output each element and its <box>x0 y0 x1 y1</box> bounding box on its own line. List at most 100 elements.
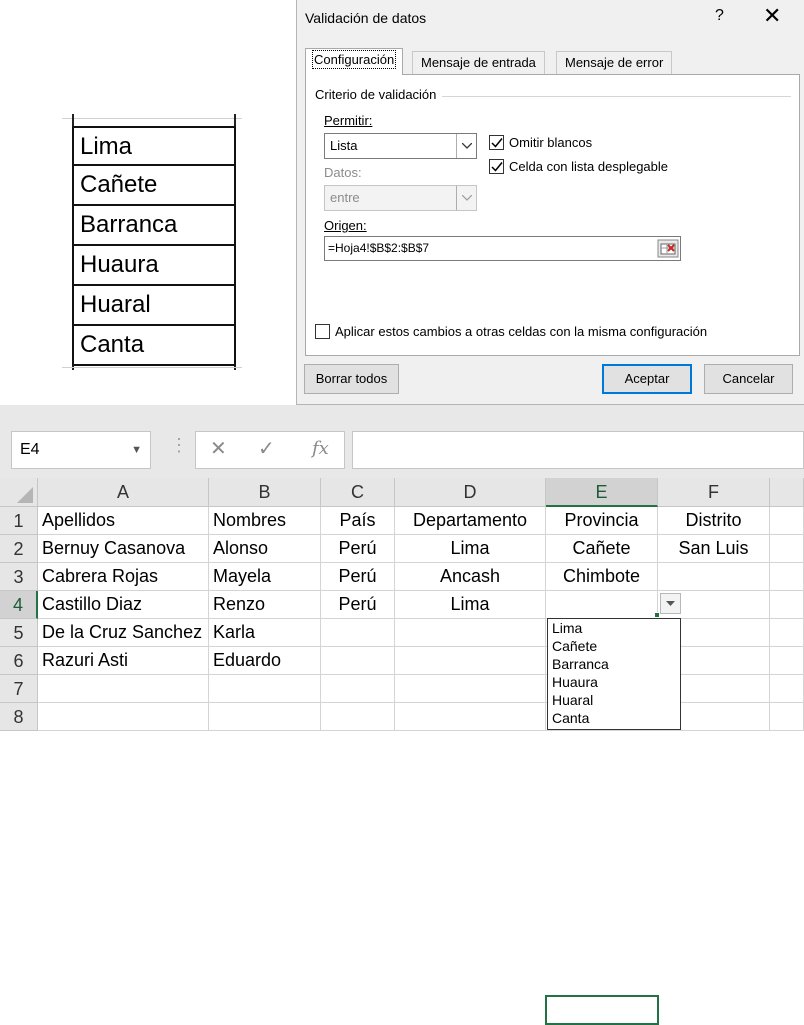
gridline <box>62 367 242 368</box>
table-cell[interactable] <box>321 647 395 675</box>
source-list: Lima Cañete Barranca Huaura Huaral Canta <box>62 114 252 370</box>
formula-buttons: ✕ ✓ fx <box>195 431 345 469</box>
table-cell[interactable] <box>395 703 546 731</box>
table-cell[interactable]: Renzo <box>209 591 321 619</box>
help-button[interactable]: ? <box>715 7 724 25</box>
table-cell[interactable] <box>770 563 804 591</box>
table-cell[interactable]: Alonso <box>209 535 321 563</box>
row-header[interactable]: 5 <box>0 619 38 647</box>
source-item: Cañete <box>72 166 236 206</box>
table-cell[interactable] <box>209 675 321 703</box>
table-cell[interactable]: Perú <box>321 563 395 591</box>
source-item: Barranca <box>72 206 236 246</box>
name-box[interactable]: E4 ▼ <box>11 431 151 469</box>
table-cell[interactable]: Perú <box>321 591 395 619</box>
table-cell[interactable]: De la Cruz Sanchez <box>38 619 209 647</box>
table-cell[interactable]: Provincia <box>546 507 658 535</box>
column-header[interactable]: B <box>209 478 321 507</box>
table-cell[interactable]: Bernuy Casanova <box>38 535 209 563</box>
formula-bar: E4 ▼ ⋮ ✕ ✓ fx <box>0 405 804 478</box>
confirm-icon[interactable]: ✓ <box>258 436 275 461</box>
table-cell[interactable]: Karla <box>209 619 321 647</box>
column-header[interactable] <box>770 478 804 507</box>
table-cell[interactable]: Nombres <box>209 507 321 535</box>
table-cell[interactable]: San Luis <box>658 535 770 563</box>
table-cell[interactable] <box>38 703 209 731</box>
row-header[interactable]: 1 <box>0 507 38 535</box>
close-icon[interactable]: ✕ <box>763 3 781 29</box>
table-cell[interactable]: Ancash <box>395 563 546 591</box>
table-cell[interactable]: Chimbote <box>546 563 658 591</box>
dropdown-item[interactable]: Huaura <box>548 673 680 691</box>
row-header[interactable]: 8 <box>0 703 38 731</box>
accept-button[interactable]: Aceptar <box>602 364 692 394</box>
table-cell[interactable]: Perú <box>321 535 395 563</box>
table-cell[interactable] <box>38 675 209 703</box>
column-header[interactable]: A <box>38 478 209 507</box>
table-cell[interactable]: Lima <box>395 535 546 563</box>
table-cell[interactable]: Departamento <box>395 507 546 535</box>
dropdown-item[interactable]: Canta <box>548 709 680 727</box>
table-cell[interactable]: Castillo Diaz <box>38 591 209 619</box>
table-cell[interactable] <box>395 675 546 703</box>
table-cell[interactable] <box>770 619 804 647</box>
table-cell[interactable]: Razuri Asti <box>38 647 209 675</box>
row-header[interactable]: 3 <box>0 563 38 591</box>
table-cell[interactable] <box>209 703 321 731</box>
column-header[interactable]: E <box>546 478 658 507</box>
table-cell[interactable] <box>770 507 804 535</box>
column-header[interactable]: D <box>395 478 546 507</box>
row-header[interactable]: 4 <box>0 591 38 619</box>
range-select-icon[interactable] <box>657 239 679 258</box>
row-header[interactable]: 6 <box>0 647 38 675</box>
table-cell[interactable] <box>546 591 658 619</box>
dropdown-item[interactable]: Huaral <box>548 691 680 709</box>
table-cell[interactable] <box>658 563 770 591</box>
permitir-select[interactable]: Lista <box>324 133 477 159</box>
table-cell[interactable]: País <box>321 507 395 535</box>
table-cell[interactable] <box>770 535 804 563</box>
table-cell[interactable]: Apellidos <box>38 507 209 535</box>
tab-mensaje-error[interactable]: Mensaje de error <box>556 51 673 74</box>
cell-dropdown-button[interactable] <box>660 593 681 614</box>
table-cell[interactable]: Cabrera Rojas <box>38 563 209 591</box>
formula-input[interactable] <box>352 431 804 469</box>
tab-configuracion[interactable]: Configuración <box>305 48 404 75</box>
table-cell[interactable]: Cañete <box>546 535 658 563</box>
criteria-title: Criterio de validación <box>315 87 443 102</box>
apply-all-checkbox[interactable] <box>315 324 330 339</box>
table-cell[interactable] <box>395 647 546 675</box>
celda-lista-checkbox[interactable] <box>489 159 504 174</box>
table-cell[interactable] <box>770 647 804 675</box>
table-cell[interactable] <box>321 619 395 647</box>
table-cell[interactable] <box>770 703 804 731</box>
table-cell[interactable] <box>395 619 546 647</box>
table-cell[interactable] <box>770 591 804 619</box>
origen-input[interactable]: =Hoja4!$B$2:$B$7 <box>324 236 681 261</box>
datos-label: Datos: <box>324 165 362 180</box>
row-header[interactable]: 2 <box>0 535 38 563</box>
cancel-button[interactable]: Cancelar <box>704 364 793 394</box>
column-header[interactable]: F <box>658 478 770 507</box>
select-all-corner[interactable] <box>0 478 38 507</box>
table-cell[interactable]: Mayela <box>209 563 321 591</box>
dropdown-item[interactable]: Cañete <box>548 637 680 655</box>
table-cell[interactable]: Distrito <box>658 507 770 535</box>
table-cell[interactable] <box>321 703 395 731</box>
column-header[interactable]: C <box>321 478 395 507</box>
fx-icon[interactable]: fx <box>312 438 329 459</box>
table-cell[interactable]: Eduardo <box>209 647 321 675</box>
table-cell[interactable] <box>321 675 395 703</box>
clear-all-button[interactable]: Borrar todos <box>304 364 399 394</box>
cancel-icon[interactable]: ✕ <box>210 436 227 461</box>
omitir-blancos-checkbox[interactable] <box>489 135 504 150</box>
table-cell[interactable]: Lima <box>395 591 546 619</box>
tab-mensaje-entrada[interactable]: Mensaje de entrada <box>412 51 545 74</box>
table-cell[interactable] <box>770 675 804 703</box>
datos-select: entre <box>324 185 477 211</box>
gridline <box>62 118 242 119</box>
dropdown-item[interactable]: Lima <box>548 619 680 637</box>
row-header[interactable]: 7 <box>0 675 38 703</box>
active-cell-e4[interactable] <box>545 995 659 1025</box>
dropdown-item[interactable]: Barranca <box>548 655 680 673</box>
